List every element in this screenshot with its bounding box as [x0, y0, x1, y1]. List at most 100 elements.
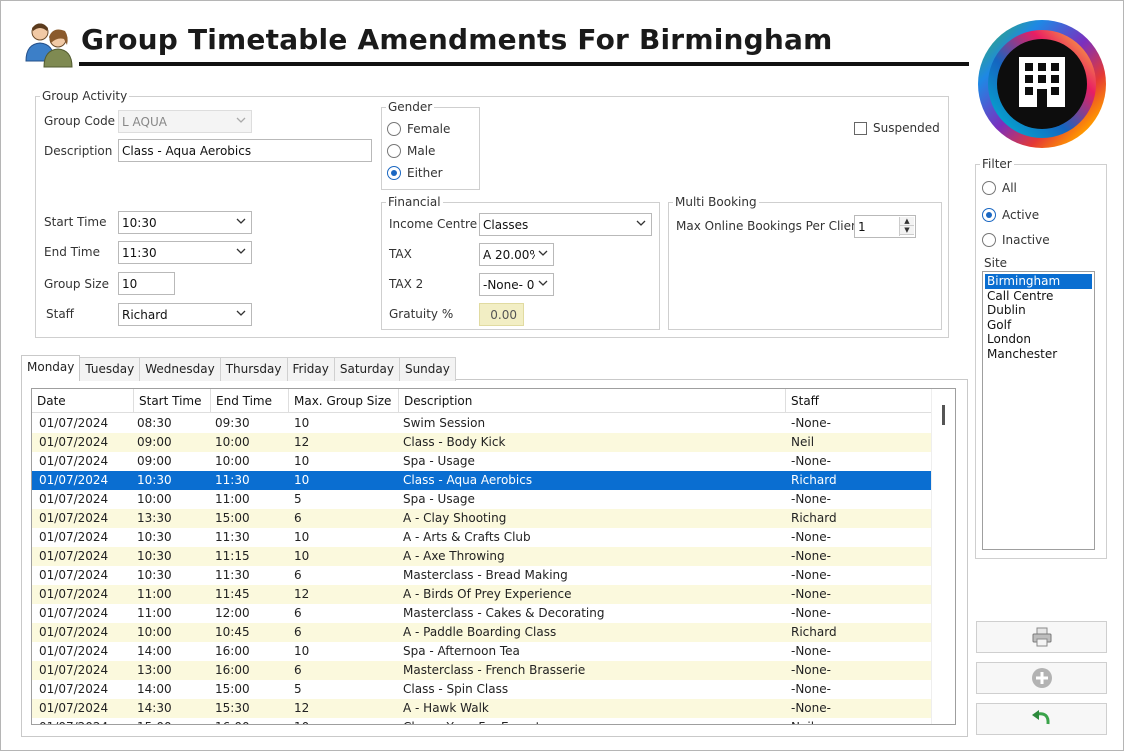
- tax2-select[interactable]: -None- 0: [479, 273, 554, 296]
- gratuity-label: Gratuity %: [389, 307, 454, 321]
- cell-max-group-size: 6: [294, 663, 302, 677]
- cell-end-time: 11:00: [215, 492, 250, 506]
- scrollbar-thumb[interactable]: [942, 405, 945, 425]
- gender-male-radio[interactable]: Male: [387, 144, 435, 158]
- gratuity-input[interactable]: 0.00: [479, 303, 524, 326]
- filter-inactive-radio[interactable]: Inactive: [982, 233, 1050, 247]
- cell-staff: -None-: [791, 492, 831, 506]
- table-row-selected[interactable]: 01/07/2024 10:30 11:30 10 Class - Aqua Aerob…: [32, 471, 932, 490]
- radio-circle[interactable]: [982, 233, 996, 247]
- table-row[interactable]: 01/07/2024 13:30 15:00 6 A - Clay Shooting Ri…: [32, 509, 932, 528]
- gender-legend: Gender: [388, 100, 433, 114]
- add-circle-icon: [1031, 668, 1052, 688]
- column-header-start-time[interactable]: Start Time: [134, 389, 211, 413]
- table-row[interactable]: 01/07/2024 08:30 09:30 10 Swim Session -None-: [32, 414, 932, 433]
- cell-end-time: 16:00: [215, 663, 250, 677]
- cell-max-group-size: 10: [294, 454, 310, 468]
- radio-circle-selected[interactable]: [387, 166, 401, 180]
- gender-either-radio[interactable]: Either: [387, 166, 443, 180]
- table-row[interactable]: 01/07/2024 10:30 11:30 10 A - Arts & Crafts …: [32, 528, 932, 547]
- cell-description: Swim Session: [403, 416, 486, 430]
- site-item-manchester[interactable]: Manchester: [985, 347, 1092, 362]
- table-row[interactable]: 01/07/2024 15:00 16:00 10 Class - Yoga For E…: [32, 718, 932, 724]
- chevron-down-icon: [538, 280, 548, 286]
- column-header-description[interactable]: Description: [399, 389, 786, 413]
- add-button[interactable]: [976, 662, 1107, 694]
- spin-up-icon[interactable]: ▲: [900, 217, 914, 226]
- max-online-bookings-stepper[interactable]: 1 ▲ ▼: [854, 215, 916, 238]
- suspended-label: Suspended: [873, 121, 940, 135]
- end-time-label: End Time: [44, 245, 100, 259]
- table-row[interactable]: 01/07/2024 09:00 10:00 12 Class - Body Kick N…: [32, 433, 932, 452]
- site-item-golf[interactable]: Golf: [985, 318, 1092, 333]
- table-row[interactable]: 01/07/2024 14:00 15:00 5 Class - Spin Class -…: [32, 680, 932, 699]
- cell-staff: -None-: [791, 454, 831, 468]
- start-time-label: Start Time: [44, 215, 107, 229]
- suspended-checkbox[interactable]: Suspended: [854, 121, 940, 135]
- cell-start-time: 09:00: [137, 435, 172, 449]
- tab-thursday[interactable]: Thursday: [219, 357, 288, 381]
- table-row[interactable]: 01/07/2024 14:00 16:00 10 Spa - Afternoon Te…: [32, 642, 932, 661]
- print-button[interactable]: [976, 621, 1107, 653]
- group-size-input[interactable]: 10: [118, 272, 175, 295]
- cell-start-time: 13:00: [137, 663, 172, 677]
- staff-select[interactable]: Richard: [118, 303, 252, 326]
- income-centre-select[interactable]: Classes: [479, 213, 652, 236]
- gender-female-radio[interactable]: Female: [387, 122, 450, 136]
- table-row[interactable]: 01/07/2024 09:00 10:00 10 Spa - Usage -None-: [32, 452, 932, 471]
- cell-date: 01/07/2024: [39, 625, 109, 639]
- table-row[interactable]: 01/07/2024 11:00 11:45 12 A - Birds Of Prey …: [32, 585, 932, 604]
- gender-female-label: Female: [407, 122, 451, 136]
- site-list[interactable]: Birmingham Call Centre Dublin Golf Londo…: [982, 271, 1095, 550]
- column-header-max-group-size[interactable]: Max. Group Size: [289, 389, 399, 413]
- cell-staff: Richard: [791, 625, 837, 639]
- group-people-icon: [25, 23, 73, 68]
- tax-select[interactable]: A 20.00%: [479, 243, 554, 266]
- column-header-staff[interactable]: Staff: [786, 389, 932, 413]
- cell-max-group-size: 10: [294, 530, 310, 544]
- cell-max-group-size: 10: [294, 473, 310, 487]
- cell-max-group-size: 6: [294, 625, 302, 639]
- spinner-buttons[interactable]: ▲ ▼: [899, 217, 914, 236]
- vertical-scrollbar[interactable]: [931, 389, 955, 724]
- undo-button[interactable]: [976, 703, 1107, 735]
- table-row[interactable]: 01/07/2024 10:30 11:15 10 A - Axe Throwing -N…: [32, 547, 932, 566]
- start-time-select[interactable]: 10:30: [118, 211, 252, 234]
- table-row[interactable]: 01/07/2024 10:30 11:30 6 Masterclass - Bread…: [32, 566, 932, 585]
- suspended-check-box[interactable]: [854, 121, 867, 135]
- table-row[interactable]: 01/07/2024 14:30 15:30 12 A - Hawk Walk -None…: [32, 699, 932, 718]
- radio-circle[interactable]: [387, 122, 401, 136]
- table-row[interactable]: 01/07/2024 10:00 10:45 6 A - Paddle Boarding…: [32, 623, 932, 642]
- site-item-dublin[interactable]: Dublin: [985, 303, 1092, 318]
- filter-all-radio[interactable]: All: [982, 181, 1017, 195]
- tab-friday[interactable]: Friday: [286, 357, 335, 381]
- title-underline: [79, 62, 969, 66]
- table-row[interactable]: 01/07/2024 11:00 12:00 6 Masterclass - Cakes…: [32, 604, 932, 623]
- cell-staff: Neil: [784, 720, 814, 724]
- site-item-call-centre[interactable]: Call Centre: [985, 289, 1092, 304]
- filter-active-radio[interactable]: Active: [982, 208, 1039, 222]
- description-input[interactable]: Class - Aqua Aerobics: [118, 139, 372, 162]
- tab-sunday[interactable]: Sunday: [398, 357, 456, 381]
- end-time-select[interactable]: 11:30: [118, 241, 252, 264]
- radio-circle[interactable]: [982, 181, 996, 195]
- radio-circle[interactable]: [387, 144, 401, 158]
- column-header-date[interactable]: Date: [32, 389, 134, 413]
- spin-down-icon[interactable]: ▼: [900, 226, 914, 235]
- tab-monday[interactable]: Monday: [21, 355, 81, 381]
- table-row[interactable]: 01/07/2024 13:00 16:00 6 Masterclass - Frenc…: [32, 661, 932, 680]
- cell-staff: Richard: [791, 511, 837, 525]
- tab-wednesday[interactable]: Wednesday: [139, 357, 221, 381]
- cell-description: A - Arts & Crafts Club: [403, 530, 531, 544]
- page-title: Group Timetable Amendments For Birmingha…: [81, 23, 833, 56]
- radio-circle-selected[interactable]: [982, 208, 996, 222]
- cell-date: 01/07/2024: [39, 663, 109, 677]
- column-header-end-time[interactable]: End Time: [211, 389, 289, 413]
- site-item-birmingham[interactable]: Birmingham: [985, 274, 1092, 289]
- cell-start-time: 09:00: [137, 454, 172, 468]
- site-item-london[interactable]: London: [985, 332, 1092, 347]
- cell-end-time: 16:00: [208, 720, 250, 724]
- tab-saturday[interactable]: Saturday: [333, 357, 400, 381]
- table-row[interactable]: 01/07/2024 10:00 11:00 5 Spa - Usage -None-: [32, 490, 932, 509]
- tab-tuesday[interactable]: Tuesday: [79, 357, 141, 381]
